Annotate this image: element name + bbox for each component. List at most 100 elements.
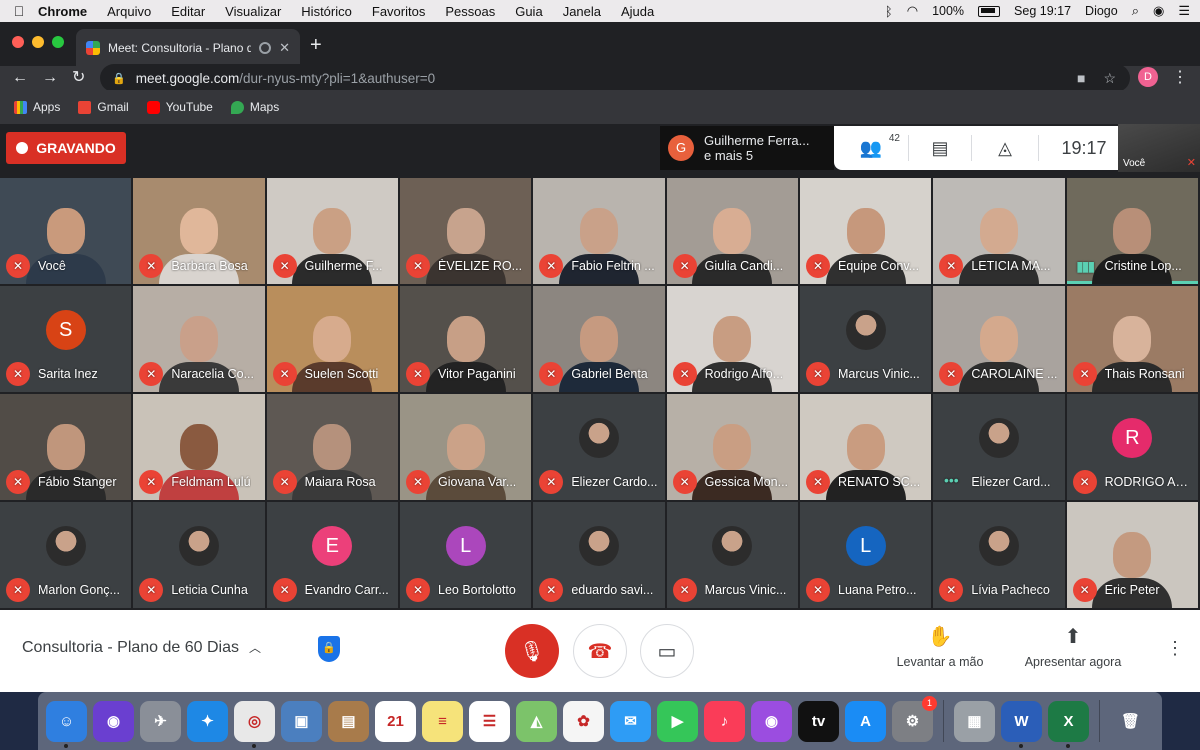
menu-visualizar[interactable]: Visualizar — [225, 4, 281, 19]
forward-arrow-icon[interactable]: → — [42, 66, 58, 90]
recording-badge[interactable]: GRAVANDO — [6, 132, 126, 164]
participant-tile[interactable]: ✕ LETICIA MA... — [933, 178, 1065, 284]
participant-tile[interactable]: ✕ Maiara Rosa — [266, 394, 398, 500]
chrome-icon[interactable]: ◎ — [234, 700, 275, 748]
participant-tile[interactable]: ✕ eduardo savi... — [533, 502, 665, 608]
finder-icon[interactable]: ☺ — [46, 700, 87, 748]
back-arrow-icon[interactable]: ← — [12, 66, 28, 90]
participant-tile[interactable]: L ✕ Luana Petro... — [800, 502, 932, 608]
menu-ajuda[interactable]: Ajuda — [621, 4, 654, 19]
minimize-window-button[interactable] — [32, 36, 44, 48]
participant-tile[interactable]: ••• Eliezer Card... — [933, 394, 1065, 500]
bookmark-apps[interactable]: Apps — [14, 100, 60, 114]
reload-icon[interactable]: ↻ — [72, 66, 85, 90]
word-icon[interactable]: W — [1001, 700, 1042, 748]
menu-editar[interactable]: Editar — [171, 4, 205, 19]
host-controls-shield-icon[interactable]: 🔒 — [318, 636, 340, 662]
bluetooth-icon[interactable]: ᛒ — [885, 4, 893, 19]
menu-user[interactable]: Diogo — [1085, 4, 1118, 18]
participant-tile[interactable]: ✕ Fabio Feltrin ... — [533, 178, 665, 284]
tv-icon[interactable]: tv — [798, 700, 839, 742]
present-now-button[interactable]: ⬆ Apresentar agora — [1020, 624, 1126, 669]
self-preview[interactable]: Você ✕ — [1118, 124, 1200, 172]
menu-historico[interactable]: Histórico — [301, 4, 352, 19]
participant-tile[interactable]: ✕ Barbara Bosa — [133, 178, 265, 284]
participant-tile[interactable]: ✕ Vitor Paganini — [400, 286, 532, 392]
new-tab-button[interactable]: + — [310, 34, 322, 57]
camera-toggle-button[interactable]: ▭ — [640, 624, 694, 678]
participant-tile[interactable]: ✕ Marlon Gonç... — [0, 502, 132, 608]
system-preferences-icon[interactable]: ⚙ 1 — [892, 695, 937, 742]
reminders-icon[interactable]: ☰ — [469, 700, 510, 742]
participants-button[interactable]: 👥 42 — [834, 126, 908, 170]
launchpad-icon[interactable]: ✈ — [140, 700, 181, 742]
trash-icon[interactable]: 🗑 — [1110, 701, 1151, 742]
wifi-icon[interactable]: ◠ — [907, 3, 918, 19]
participant-tile[interactable]: ✕ Feldmam Lulú — [133, 394, 265, 500]
close-window-button[interactable] — [12, 36, 24, 48]
apple-menu-icon[interactable]:  — [0, 3, 38, 19]
participant-tile[interactable]: ▮▮▮ Cristine Lop... — [1066, 178, 1198, 284]
zoom-window-button[interactable] — [52, 36, 64, 48]
excel-icon[interactable]: X — [1048, 700, 1089, 748]
browser-tab-meet[interactable]: Meet: Consultoria - Plano d ✕ — [76, 29, 300, 66]
menu-arquivo[interactable]: Arquivo — [107, 4, 151, 19]
participant-tile[interactable]: S ✕ Sarita Inez — [0, 286, 132, 392]
camera-permission-icon[interactable]: ■ — [1077, 70, 1085, 86]
raise-hand-button[interactable]: ✋ Levantar a mão — [894, 624, 986, 669]
participant-tile[interactable]: ✕ Leticia Cunha — [133, 502, 265, 608]
participant-tile[interactable]: ✕ Equipe Conv... — [800, 178, 932, 284]
participant-tile[interactable]: ✕ Naracelia Co... — [133, 286, 265, 392]
music-icon[interactable]: ♪ — [704, 700, 745, 742]
photos-icon[interactable]: ✿ — [563, 700, 604, 742]
participant-tile[interactable]: ✕ Marcus Vinic... — [800, 286, 932, 392]
mic-toggle-button[interactable]: 🎙 — [505, 624, 559, 678]
meeting-details-button[interactable]: Consultoria - Plano de 60 Dias ︿ — [22, 639, 261, 657]
maps-icon[interactable]: ◭ — [516, 700, 557, 742]
participant-tile[interactable]: E ✕ Evandro Carr... — [266, 502, 398, 608]
participant-tile[interactable]: ✕ Lívia Pacheco — [933, 502, 1065, 608]
siri-icon[interactable]: ◉ — [93, 700, 134, 742]
notes-brown-icon[interactable]: ▤ — [328, 700, 369, 742]
menu-app-name[interactable]: Chrome — [38, 4, 87, 19]
appstore-icon[interactable]: A — [845, 700, 886, 742]
participant-tile[interactable]: ✕ Marcus Vinic... — [666, 502, 798, 608]
spotlight-search-icon[interactable]: ⌕ — [1132, 3, 1139, 19]
participant-tile[interactable]: ✕ RENATO SC... — [800, 394, 932, 500]
participant-tile[interactable]: ✕ Eric Peter — [1066, 502, 1198, 608]
chrome-menu-icon[interactable]: ⋮ — [1172, 66, 1188, 90]
participant-tile[interactable]: ✕ Fábio Stanger — [0, 394, 132, 500]
calendar-icon[interactable]: 21 — [375, 700, 416, 742]
facetime-icon[interactable]: ▶ — [657, 700, 698, 742]
participant-tile[interactable]: R ✕ RODRIGO AN... — [1066, 394, 1198, 500]
control-list-icon[interactable]: ☰ — [1178, 3, 1190, 19]
numbers-icon[interactable]: ▦ — [954, 700, 995, 742]
participant-tile[interactable]: ✕ CAROLAINE ... — [933, 286, 1065, 392]
participant-tile[interactable]: L ✕ Leo Bortolotto — [400, 502, 532, 608]
participant-tile[interactable]: ✕ Guilherme F... — [266, 178, 398, 284]
preview-icon[interactable]: ▣ — [281, 700, 322, 742]
presenter-chip[interactable]: G Guilherme Ferra... e mais 5 — [660, 126, 834, 170]
safari-icon[interactable]: ✦ — [187, 700, 228, 742]
leave-call-button[interactable]: ☎ — [573, 624, 627, 678]
participant-tile[interactable]: ✕ Rodrigo Alfo... — [666, 286, 798, 392]
participant-tile[interactable]: ✕ Você — [0, 178, 132, 284]
profile-avatar[interactable]: D — [1138, 67, 1158, 87]
messages-icon[interactable]: ✉ — [610, 700, 651, 742]
participant-tile[interactable]: ✕ Thais Ronsani — [1066, 286, 1198, 392]
menu-janela[interactable]: Janela — [563, 4, 601, 19]
participant-tile[interactable]: ✕ Eliezer Cardo... — [533, 394, 665, 500]
omnibox[interactable]: 🔒 meet.google.com/dur-nyus-mty?pli=1&aut… — [100, 64, 1130, 92]
bookmark-gmail[interactable]: Gmail — [78, 100, 129, 114]
chat-button[interactable]: ▤ — [909, 126, 971, 170]
bookmark-youtube[interactable]: YouTube — [146, 100, 213, 114]
menu-guia[interactable]: Guia — [515, 4, 542, 19]
participant-tile[interactable]: ✕ Suelen Scotti — [266, 286, 398, 392]
participant-tile[interactable]: ✕ Giulia Candi... — [666, 178, 798, 284]
siri-menu-icon[interactable]: ◉ — [1153, 3, 1164, 19]
participant-tile[interactable]: ✕ ÈVELIZE RO... — [400, 178, 532, 284]
menu-datetime[interactable]: Seg 19:17 — [1014, 4, 1071, 18]
lock-icon[interactable]: 🔒 — [112, 72, 126, 85]
participant-tile[interactable]: ✕ Gabriel Benta — [533, 286, 665, 392]
battery-icon[interactable] — [978, 5, 1001, 17]
